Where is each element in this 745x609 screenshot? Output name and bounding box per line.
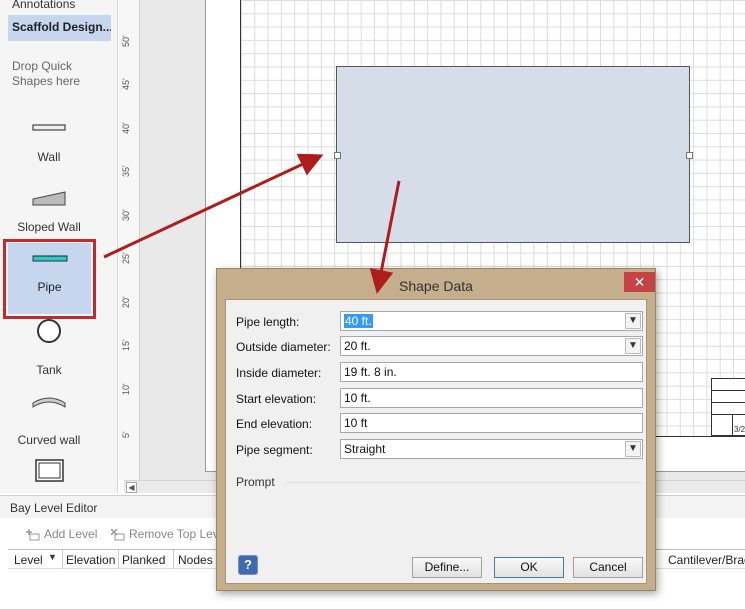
shape-data-dialog: Shape Data ✕ Pipe length: 40 ft. ▼ Outsi… (216, 268, 656, 591)
resize-handle-right[interactable] (686, 152, 693, 159)
outside-diameter-field[interactable]: 20 ft. ▼ (340, 336, 643, 356)
title-block-line (712, 390, 745, 391)
outside-diameter-label: Outside diameter: (236, 340, 331, 354)
inside-diameter-field[interactable]: 19 ft. 8 in. (340, 362, 643, 382)
col-elevation[interactable]: Elevation (66, 553, 115, 567)
add-level-icon (26, 528, 40, 541)
chevron-down-icon[interactable]: ▼ (625, 441, 641, 457)
start-elevation-value: 10 ft. (344, 391, 371, 405)
pipe-length-label: Pipe length: (236, 315, 300, 329)
remove-top-level-label: Remove Top Lev (129, 527, 219, 541)
col-level[interactable]: Level (14, 553, 43, 567)
col-planked[interactable]: Planked (122, 553, 165, 567)
close-icon[interactable]: ✕ (624, 272, 655, 292)
add-level-button[interactable]: Add Level (26, 527, 97, 541)
ruler-tick: 45' (121, 78, 131, 90)
add-level-label: Add Level (44, 527, 98, 541)
end-elevation-value: 10 ft (344, 416, 368, 430)
title-block-date: 3/2 (734, 425, 745, 434)
ruler-tick: 50' (121, 35, 131, 47)
inside-diameter-value: 19 ft. 8 in. (344, 365, 397, 379)
start-elevation-field[interactable]: 10 ft. (340, 388, 643, 408)
tank-icon (37, 319, 61, 343)
stencil-annotations[interactable]: Annotations (12, 0, 75, 11)
pipe-segment-label: Pipe segment: (236, 443, 313, 457)
vertical-ruler: 50' 45' 40' 35' 30' 25' 20' 15' 10' 5' (118, 0, 140, 480)
ok-button[interactable]: OK (494, 557, 564, 578)
shape-wall[interactable]: Wall (3, 100, 95, 170)
shape-tank-label: Tank (36, 363, 62, 377)
remove-level-icon (111, 528, 125, 541)
wall-icon (32, 124, 66, 131)
shape-sloped-wall[interactable]: Sloped Wall (3, 170, 95, 240)
cancel-button[interactable]: Cancel (573, 557, 643, 578)
title-block-line (712, 414, 745, 415)
help-icon[interactable]: ? (238, 555, 258, 575)
selected-pipe-shape[interactable] (336, 66, 690, 243)
pipe-length-field[interactable]: 40 ft. ▼ (340, 311, 643, 331)
drop-hint-line2: Shapes here (12, 74, 81, 88)
chevron-down-icon[interactable]: ▼ (625, 338, 641, 354)
sloped-wall-icon (32, 191, 66, 206)
stencil-scaffold-design[interactable]: Scaffold Design... (8, 15, 111, 41)
prompt-label: Prompt (236, 475, 275, 489)
inside-diameter-label: Inside diameter: (236, 366, 322, 380)
ruler-tick: 5' (121, 431, 131, 438)
shape-curved-wall-label: Curved wall (17, 433, 81, 447)
quick-shapes-drop-hint: Drop Quick Shapes here (12, 59, 80, 89)
title-block-divider (732, 414, 733, 436)
ruler-tick: 10' (121, 383, 131, 395)
shape-sloped-wall-label: Sloped Wall (17, 220, 81, 234)
shape-curved-wall[interactable]: Curved wall (3, 383, 95, 453)
ruler-tick: 15' (121, 339, 131, 351)
remove-top-level-button[interactable]: Remove Top Lev (111, 527, 219, 541)
frame-icon (35, 459, 64, 482)
level-sort-icon[interactable]: ▼ (48, 552, 57, 562)
ruler-tick: 25' (121, 252, 131, 264)
start-elevation-label: Start elevation: (236, 392, 317, 406)
ruler-tick: 40' (121, 122, 131, 134)
resize-handle-left[interactable] (334, 152, 341, 159)
shape-wall-label: Wall (37, 150, 61, 164)
scroll-left-arrow-icon[interactable]: ◀ (126, 482, 137, 493)
visio-window: Annotations Scaffold Design... Drop Quic… (0, 0, 745, 609)
pipe-length-value: 40 ft. (344, 314, 373, 328)
outside-diameter-value: 20 ft. (344, 339, 371, 353)
shape-tank[interactable]: Tank (3, 313, 95, 383)
dialog-title: Shape Data (399, 278, 473, 294)
define-button[interactable]: Define... (412, 557, 482, 578)
pipe-highlight-box (3, 239, 96, 319)
drop-hint-line1: Drop Quick (12, 59, 73, 73)
pipe-segment-value: Straight (344, 442, 386, 456)
title-block: 3/2 (711, 378, 745, 436)
col-separator (173, 550, 174, 569)
col-cantilever[interactable]: Cantilever/Brack (668, 553, 745, 567)
col-separator (118, 550, 119, 569)
shape-frame[interactable] (3, 453, 95, 487)
chevron-down-icon[interactable]: ▼ (625, 313, 641, 329)
ruler-tick: 35' (121, 165, 131, 177)
ruler-tick: 30' (121, 209, 131, 221)
title-block-line (712, 402, 745, 403)
end-elevation-label: End elevation: (236, 417, 313, 431)
pipe-segment-field[interactable]: Straight ▼ (340, 439, 643, 459)
end-elevation-field[interactable]: 10 ft (340, 413, 643, 433)
ruler-tick: 20' (121, 296, 131, 308)
dialog-body: Pipe length: 40 ft. ▼ Outside diameter: … (225, 299, 647, 584)
col-separator (62, 550, 63, 569)
prompt-divider (286, 482, 642, 483)
curved-wall-icon (32, 397, 66, 408)
